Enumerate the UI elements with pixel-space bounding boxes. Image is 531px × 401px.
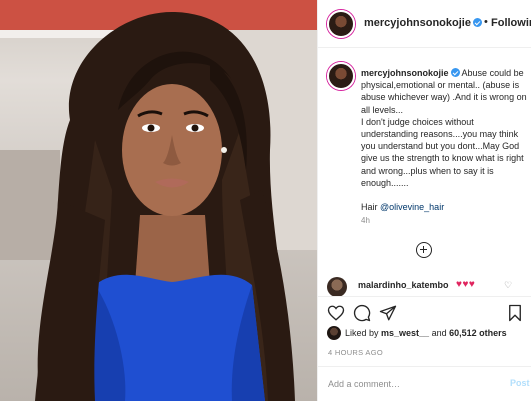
liker-username[interactable]: ms_west__ bbox=[381, 328, 429, 338]
caption-author-avatar[interactable] bbox=[327, 62, 355, 90]
caption-section: mercyjohnsonokojie Abuse could be physic… bbox=[318, 48, 531, 266]
likes-connector: and bbox=[429, 328, 450, 338]
separator-dot: • bbox=[484, 16, 488, 28]
author-username-text[interactable]: mercyjohnsonokojie bbox=[364, 17, 471, 29]
caption-text-block: mercyjohnsonokojie Abuse could be physic… bbox=[361, 67, 528, 213]
hair-mention-link[interactable]: @olivevine_hair bbox=[380, 202, 444, 212]
post-header: mercyjohnsonokojie • Following bbox=[318, 0, 531, 48]
heart-outline-icon[interactable] bbox=[327, 304, 345, 322]
liker-avatar[interactable] bbox=[327, 326, 341, 340]
comment-item: malardinho_katembo ♥♥♥ ♡ bbox=[318, 276, 531, 297]
verified-badge-icon bbox=[450, 68, 460, 77]
comment-text: ♥♥♥ bbox=[456, 279, 476, 290]
author-username-header[interactable]: mercyjohnsonokojie bbox=[364, 17, 482, 29]
caption-hair-credit: Hair @olivevine_hair bbox=[361, 201, 528, 213]
post-photo[interactable] bbox=[0, 0, 317, 401]
caption-author-username[interactable]: mercyjohnsonokojie bbox=[361, 68, 449, 78]
comment-input[interactable] bbox=[328, 377, 488, 391]
hair-credit-label: Hair bbox=[361, 202, 381, 213]
likes-prefix: Liked by bbox=[345, 328, 382, 338]
likes-summary: Liked by ms_west__ and 60,512 others bbox=[318, 324, 531, 342]
post-timestamp[interactable]: 4 HOURS AGO bbox=[328, 348, 383, 357]
bookmark-icon[interactable] bbox=[506, 304, 524, 322]
plus-circle-icon[interactable] bbox=[416, 242, 432, 258]
caption-timestamp[interactable]: 4h bbox=[361, 216, 370, 225]
following-button[interactable]: Following bbox=[491, 17, 531, 29]
paper-plane-icon[interactable] bbox=[379, 304, 397, 322]
comment-bubble-icon[interactable] bbox=[353, 304, 371, 322]
add-comment-bar: Post bbox=[318, 366, 531, 401]
author-avatar[interactable] bbox=[327, 10, 355, 38]
post-side-panel: mercyjohnsonokojie • Following mercyjohn… bbox=[317, 0, 531, 401]
verified-badge-icon bbox=[472, 18, 482, 27]
portrait-illustration bbox=[0, 0, 317, 401]
commenter-username[interactable]: malardinho_katembo bbox=[358, 280, 449, 290]
likes-count-link[interactable]: 60,512 others bbox=[449, 328, 507, 338]
post-actions-bar bbox=[318, 296, 531, 326]
heart-outline-icon[interactable]: ♡ bbox=[504, 280, 512, 291]
caption-body: Abuse could be physical,emotional or men… bbox=[361, 68, 527, 188]
post-comment-button[interactable]: Post bbox=[510, 378, 530, 388]
commenter-avatar[interactable] bbox=[327, 277, 347, 297]
likes-text: Liked by ms_west__ and 60,512 others bbox=[345, 328, 507, 338]
